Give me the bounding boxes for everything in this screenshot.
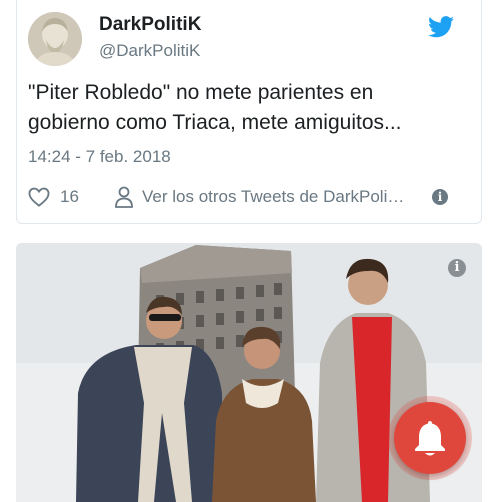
display-name[interactable]: DarkPolitiK bbox=[99, 14, 201, 36]
more-tweets-link[interactable]: Ver los otros Tweets de DarkPoli… bbox=[142, 187, 404, 207]
person-icon[interactable] bbox=[114, 186, 134, 208]
timestamp[interactable]: 14:24 - 7 feb. 2018 bbox=[28, 147, 171, 167]
bust-icon bbox=[28, 12, 82, 66]
info-icon[interactable]: i bbox=[432, 189, 448, 205]
tweet-actions: 16 Ver los otros Tweets de DarkPoli… i bbox=[28, 186, 464, 210]
like-count: 16 bbox=[60, 187, 79, 206]
tweet-text: "Piter Robledo" no mete parientes en gob… bbox=[28, 81, 402, 134]
photo-info-icon[interactable]: i bbox=[448, 259, 466, 277]
handle[interactable]: @DarkPolitiK bbox=[99, 41, 200, 61]
twitter-bird-icon[interactable] bbox=[428, 16, 454, 38]
heart-icon[interactable] bbox=[28, 187, 50, 207]
notification-bell-button[interactable] bbox=[394, 402, 466, 474]
bell-icon bbox=[415, 421, 445, 456]
avatar[interactable] bbox=[28, 12, 82, 66]
